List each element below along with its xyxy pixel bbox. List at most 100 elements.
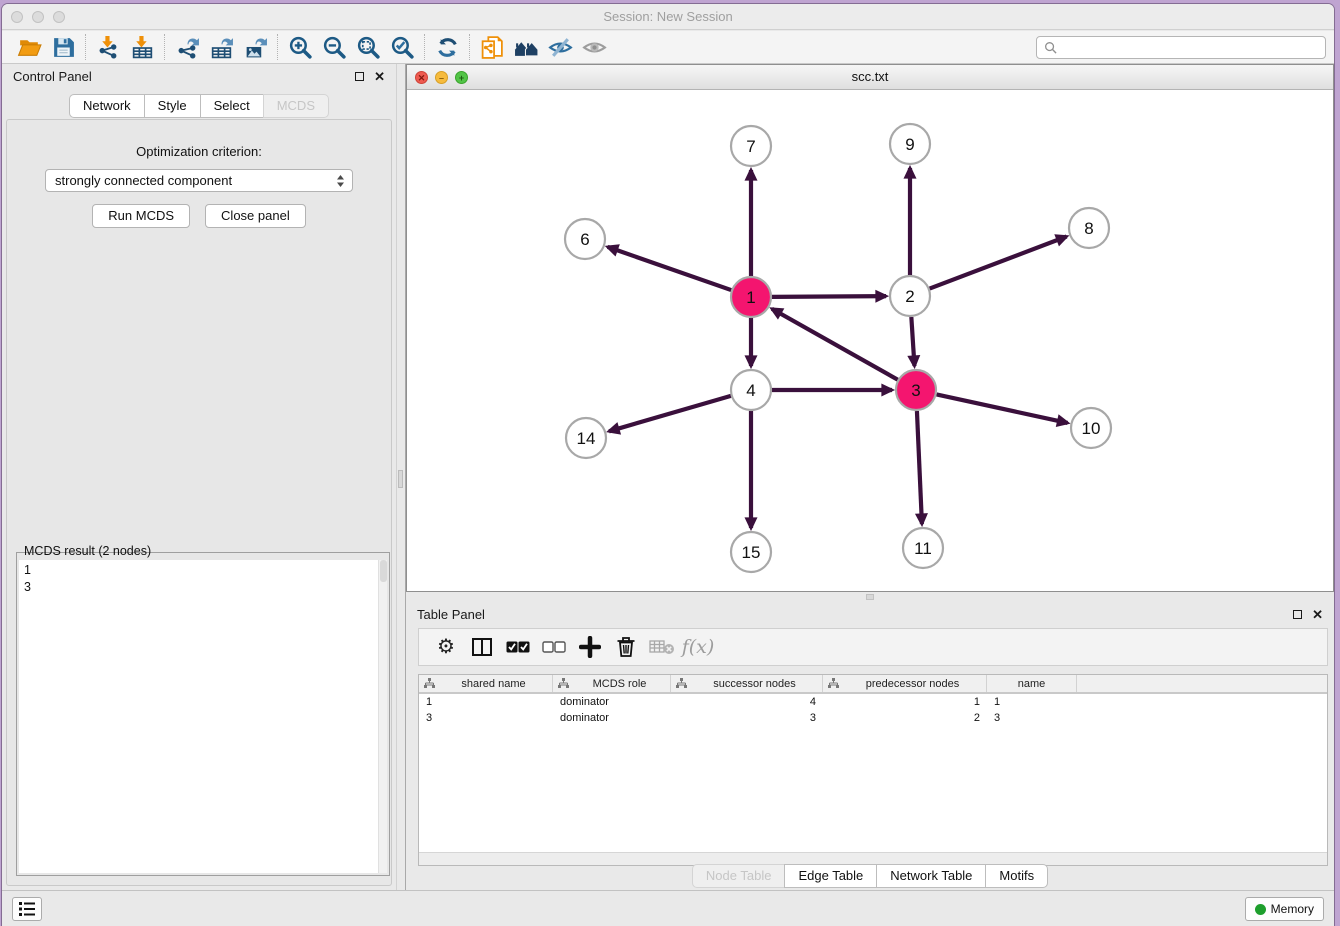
float-panel-icon[interactable] [1293,610,1302,619]
graph-edge-1-2[interactable] [772,296,886,297]
first-neighbors-button[interactable] [509,32,543,62]
zoom-selected-icon [390,35,415,60]
control-panel-header: Control Panel ✕ [2,64,396,89]
clone-network-icon [480,35,505,60]
graph-node-label: 6 [580,230,589,249]
tab-style[interactable]: Style [144,94,200,118]
graph-edge-3-11[interactable] [917,411,922,524]
split-panel-icon [471,636,493,658]
new-network-from-selection-button[interactable] [475,32,509,62]
delete-table-button[interactable] [644,632,680,662]
criterion-dropdown[interactable]: strongly connected component [45,169,353,192]
column-settings-button[interactable]: ⚙ [428,632,464,662]
result-scrollbar[interactable] [378,560,387,873]
criterion-dropdown-value: strongly connected component [55,173,232,188]
graph-node-label: 15 [742,543,761,562]
graph-edge-2-3[interactable] [911,317,914,366]
save-session-button[interactable] [46,32,80,62]
horizontal-splitter[interactable] [406,592,1334,602]
deselect-all-columns-button[interactable] [536,632,572,662]
graph-node-label: 14 [577,429,596,448]
graph-edge-3-1[interactable] [772,309,898,380]
import-table-button[interactable] [125,32,159,62]
graph-edge-2-8[interactable] [930,237,1067,289]
mcds-result-area[interactable]: 1 3 [19,560,387,873]
export-table-icon [209,35,234,60]
tab-select[interactable]: Select [200,94,263,118]
result-scrollbar-thumb[interactable] [380,560,387,582]
refresh-icon [435,35,460,60]
checked-boxes-icon [506,640,530,654]
network-close-button[interactable]: ✕ [415,71,428,84]
table-cell: 4 [671,696,823,708]
table-row[interactable]: 3dominator323 [419,710,1327,726]
network-canvas[interactable]: 7968124314101511 [407,90,1333,591]
minimize-window-button[interactable] [32,11,44,23]
close-panel-icon[interactable]: ✕ [1312,610,1323,620]
mcds-result-box: MCDS result (2 nodes) 1 3 [16,546,390,876]
toolbar-separator [424,34,425,60]
toolbar-separator [85,34,86,60]
import-network-button[interactable] [91,32,125,62]
zoom-in-button[interactable] [283,32,317,62]
task-list-icon [18,901,36,917]
tab-network[interactable]: Network [69,94,144,118]
select-all-columns-button[interactable] [500,632,536,662]
graph-edge-3-10[interactable] [937,394,1068,422]
table-cell: 1 [987,696,1077,708]
search-box[interactable] [1036,36,1326,59]
gear-icon: ⚙ [437,637,455,657]
apply-preferred-layout-button[interactable] [430,32,464,62]
zoom-out-button[interactable] [317,32,351,62]
close-panel-icon[interactable]: ✕ [374,72,385,82]
column-label: MCDS role [569,678,670,690]
column-header-name[interactable]: name [987,675,1077,692]
search-input[interactable] [1061,41,1325,55]
hide-selected-button[interactable] [543,32,577,62]
task-history-button[interactable] [12,897,42,921]
show-all-button[interactable] [577,32,611,62]
control-panel-title: Control Panel [13,69,92,84]
export-table-button[interactable] [204,32,238,62]
table-row[interactable]: 1dominator411 [419,694,1327,710]
memory-button[interactable]: Memory [1245,897,1324,921]
zoom-selected-button[interactable] [385,32,419,62]
run-mcds-button[interactable]: Run MCDS [92,204,190,228]
open-session-button[interactable] [12,32,46,62]
delete-column-button[interactable] [608,632,644,662]
export-network-button[interactable] [170,32,204,62]
graph-edge-4-14[interactable] [609,396,731,431]
vertical-splitter[interactable] [396,64,406,890]
tab-node-table[interactable]: Node Table [692,864,785,888]
export-image-button[interactable] [238,32,272,62]
tab-network-table[interactable]: Network Table [876,864,985,888]
float-panel-icon[interactable] [355,72,364,81]
fx-icon: f(x) [682,636,715,658]
splitter-grip[interactable] [398,470,403,488]
column-header-shared-name[interactable]: shared name [419,675,553,692]
tab-motifs[interactable]: Motifs [985,864,1048,888]
network-minimize-button[interactable]: – [435,71,448,84]
zoom-fit-button[interactable] [351,32,385,62]
function-builder-button[interactable]: f(x) [680,632,716,662]
hierarchy-icon [558,678,569,689]
graph-node-label: 4 [746,381,755,400]
close-window-button[interactable] [11,11,23,23]
splitter-grip[interactable] [866,594,874,600]
column-header-successor-nodes[interactable]: successor nodes [671,675,823,692]
unchecked-boxes-icon [542,640,566,654]
column-header-mcds-role[interactable]: MCDS role [553,675,671,692]
close-panel-button[interactable]: Close panel [205,204,306,228]
maximize-window-button[interactable] [53,11,65,23]
network-maximize-button[interactable]: + [455,71,468,84]
split-panel-button[interactable] [464,632,500,662]
table-cell: 2 [823,712,987,724]
graph-edge-1-6[interactable] [608,247,732,290]
column-header-predecessor-nodes[interactable]: predecessor nodes [823,675,987,692]
window-title: Session: New Session [2,4,1334,29]
node-table: shared name MCDS role successor nodes pr… [418,674,1328,866]
tab-edge-table[interactable]: Edge Table [784,864,876,888]
add-column-button[interactable] [572,632,608,662]
hierarchy-icon [828,678,839,689]
tab-mcds[interactable]: MCDS [263,94,329,118]
